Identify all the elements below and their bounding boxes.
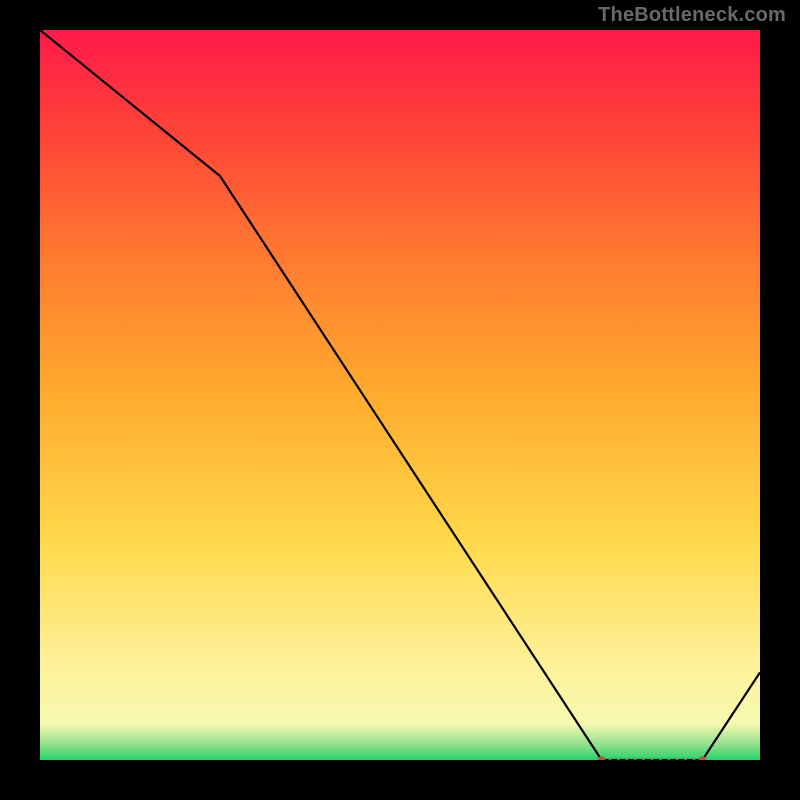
bottleneck-chart — [40, 30, 760, 760]
attribution-text: TheBottleneck.com — [598, 4, 786, 27]
gradient-background — [40, 30, 760, 760]
chart-svg — [40, 30, 760, 760]
